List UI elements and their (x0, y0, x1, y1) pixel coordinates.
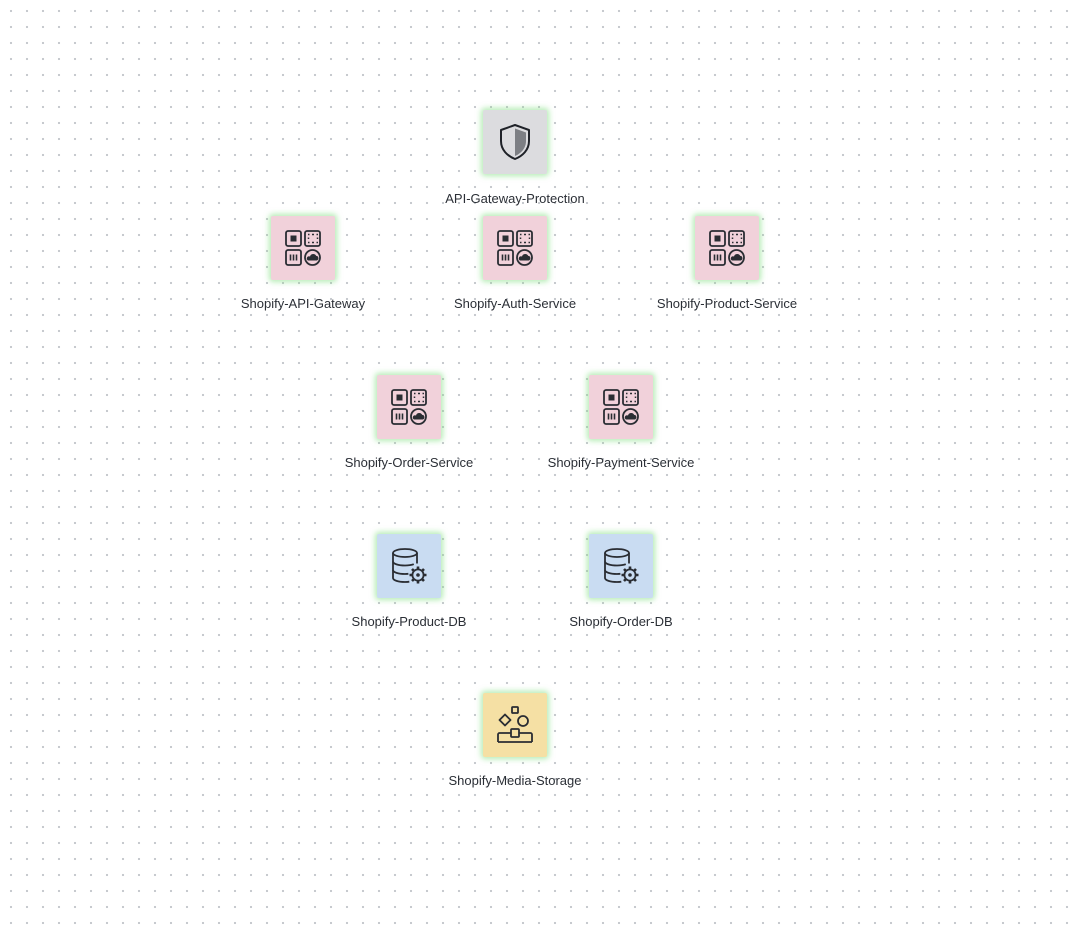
node-label: Shopify-Product-DB (351, 614, 467, 629)
shopify-order-db-node[interactable] (589, 534, 653, 598)
shield-icon (500, 124, 530, 160)
microservices-icon (709, 230, 745, 266)
microservices-icon (285, 230, 321, 266)
database-settings-icon (392, 548, 427, 584)
object-storage-icon (497, 706, 533, 743)
microservices-icon (603, 389, 639, 425)
node-label: Shopify-API-Gateway (240, 296, 366, 311)
node-label: Shopify-Product-Service (656, 296, 798, 311)
node-label: Shopify-Auth-Service (453, 296, 577, 311)
api-gateway-protection-node[interactable] (483, 110, 547, 174)
shopify-api-gateway-node[interactable] (271, 216, 335, 280)
shopify-product-service-node[interactable] (695, 216, 759, 280)
database-settings-icon (604, 548, 639, 584)
shopify-media-storage-node[interactable] (483, 693, 547, 757)
node-label: API-Gateway-Protection (445, 191, 585, 206)
microservices-icon (391, 389, 427, 425)
node-label: Shopify-Media-Storage (448, 773, 582, 788)
node-label: Shopify-Order-DB (569, 614, 673, 629)
shopify-payment-service-node[interactable] (589, 375, 653, 439)
node-label: Shopify-Order-Service (344, 455, 474, 470)
shopify-product-db-node[interactable] (377, 534, 441, 598)
node-label: Shopify-Payment-Service (547, 455, 695, 470)
shopify-auth-service-node[interactable] (483, 216, 547, 280)
microservices-icon (497, 230, 533, 266)
shopify-order-service-node[interactable] (377, 375, 441, 439)
